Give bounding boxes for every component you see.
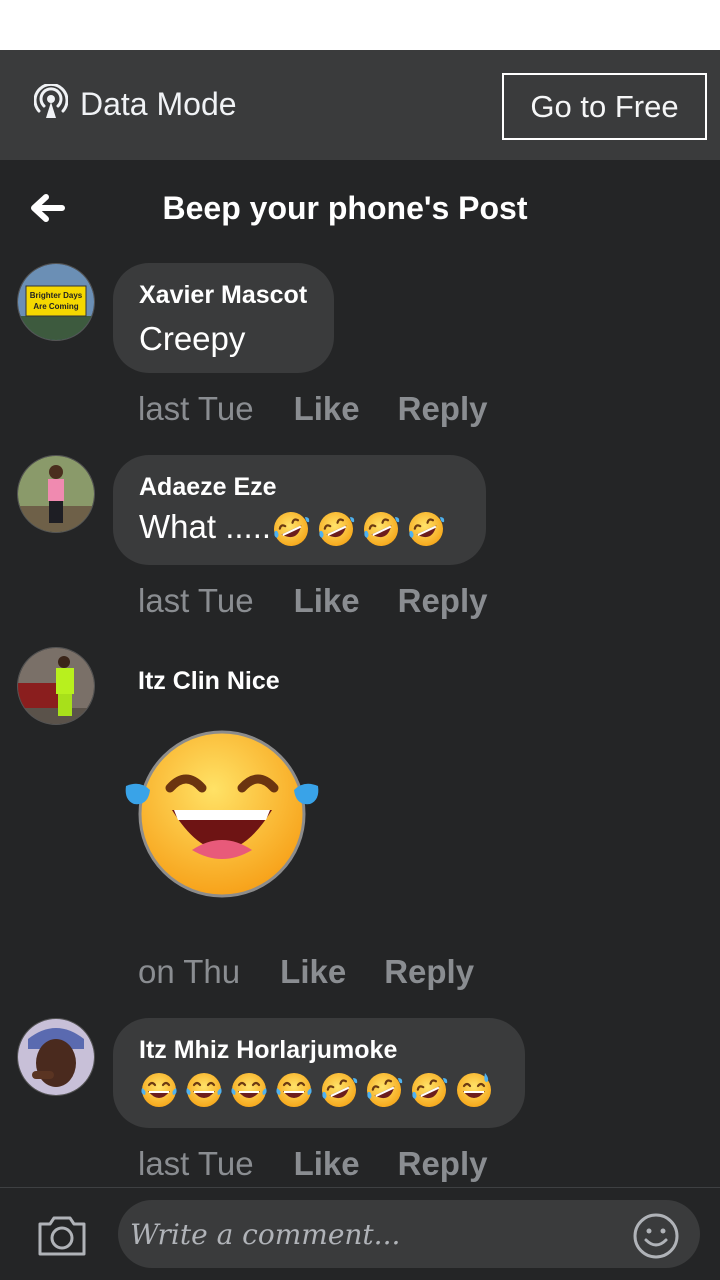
avatar-sign-line-1: Brighter Days [30,291,83,300]
rofl-emoji-icon [271,509,311,549]
like-button[interactable]: Like [294,1145,360,1183]
like-button[interactable]: Like [294,582,360,620]
like-button[interactable]: Like [294,390,360,428]
comment-actions: last Tue Like Reply [138,1145,488,1183]
page-title: Beep your phone's Post [162,190,528,226]
joy-emoji-icon [139,1070,179,1110]
comment-author[interactable]: Xavier Mascot [139,281,308,310]
comment-input[interactable] [118,1200,700,1268]
sweat-smile-emoji-icon [454,1070,494,1110]
reply-button[interactable]: Reply [398,582,488,620]
comment-text: Creepy [139,320,246,357]
comment-author[interactable]: Adaeze Eze [139,473,460,502]
reply-button[interactable]: Reply [384,953,474,991]
comment-text-row: What ..... [139,508,460,549]
comment-actions: on Thu Like Reply [138,953,474,991]
comment-time[interactable]: last Tue [138,1145,254,1183]
comment-text: What ..... [139,508,272,545]
data-mode-indicator: Data Mode [33,82,237,125]
rofl-emoji-icon [316,509,356,549]
comment-actions: last Tue Like Reply [138,582,488,620]
rofl-emoji-icon [364,1070,404,1110]
comment-bubble: Adaeze Eze What ..... [113,455,486,565]
go-to-free-button[interactable]: Go to Free [502,73,707,140]
comment-author[interactable]: Itz Clin Nice [138,667,280,696]
avatar[interactable] [17,647,95,725]
joy-emoji-icon [229,1070,269,1110]
avatar[interactable]: Brighter Days Are Coming [17,263,95,341]
reply-button[interactable]: Reply [398,1145,488,1183]
camera-icon[interactable] [36,1212,88,1258]
comment-bubble: Xavier Mascot Creepy [113,263,334,373]
smiley-icon[interactable] [632,1212,680,1260]
comment-actions: last Tue Like Reply [138,390,488,428]
laughing-tears-sticker-icon [122,728,322,900]
rofl-emoji-icon [319,1070,359,1110]
broadcast-icon [33,82,69,125]
comment-author[interactable]: Itz Mhiz Horlarjumoke [139,1036,499,1065]
status-bar [0,0,720,50]
comment-time[interactable]: last Tue [138,390,254,428]
comment-time[interactable]: last Tue [138,582,254,620]
composer-divider [0,1187,720,1188]
avatar[interactable] [17,1018,95,1096]
joy-emoji-icon [184,1070,224,1110]
reply-button[interactable]: Reply [398,390,488,428]
rofl-emoji-icon [361,509,401,549]
comment-bubble: Itz Mhiz Horlarjumoke [113,1018,525,1128]
joy-emoji-icon [274,1070,314,1110]
rofl-emoji-icon [406,509,446,549]
comment-emoji-row [139,1069,499,1110]
like-button[interactable]: Like [280,953,346,991]
avatar-sign-line-2: Are Coming [33,302,78,311]
data-mode-label: Data Mode [80,86,237,122]
comment-time[interactable]: on Thu [138,953,240,991]
rofl-emoji-icon [409,1070,449,1110]
avatar[interactable] [17,455,95,533]
